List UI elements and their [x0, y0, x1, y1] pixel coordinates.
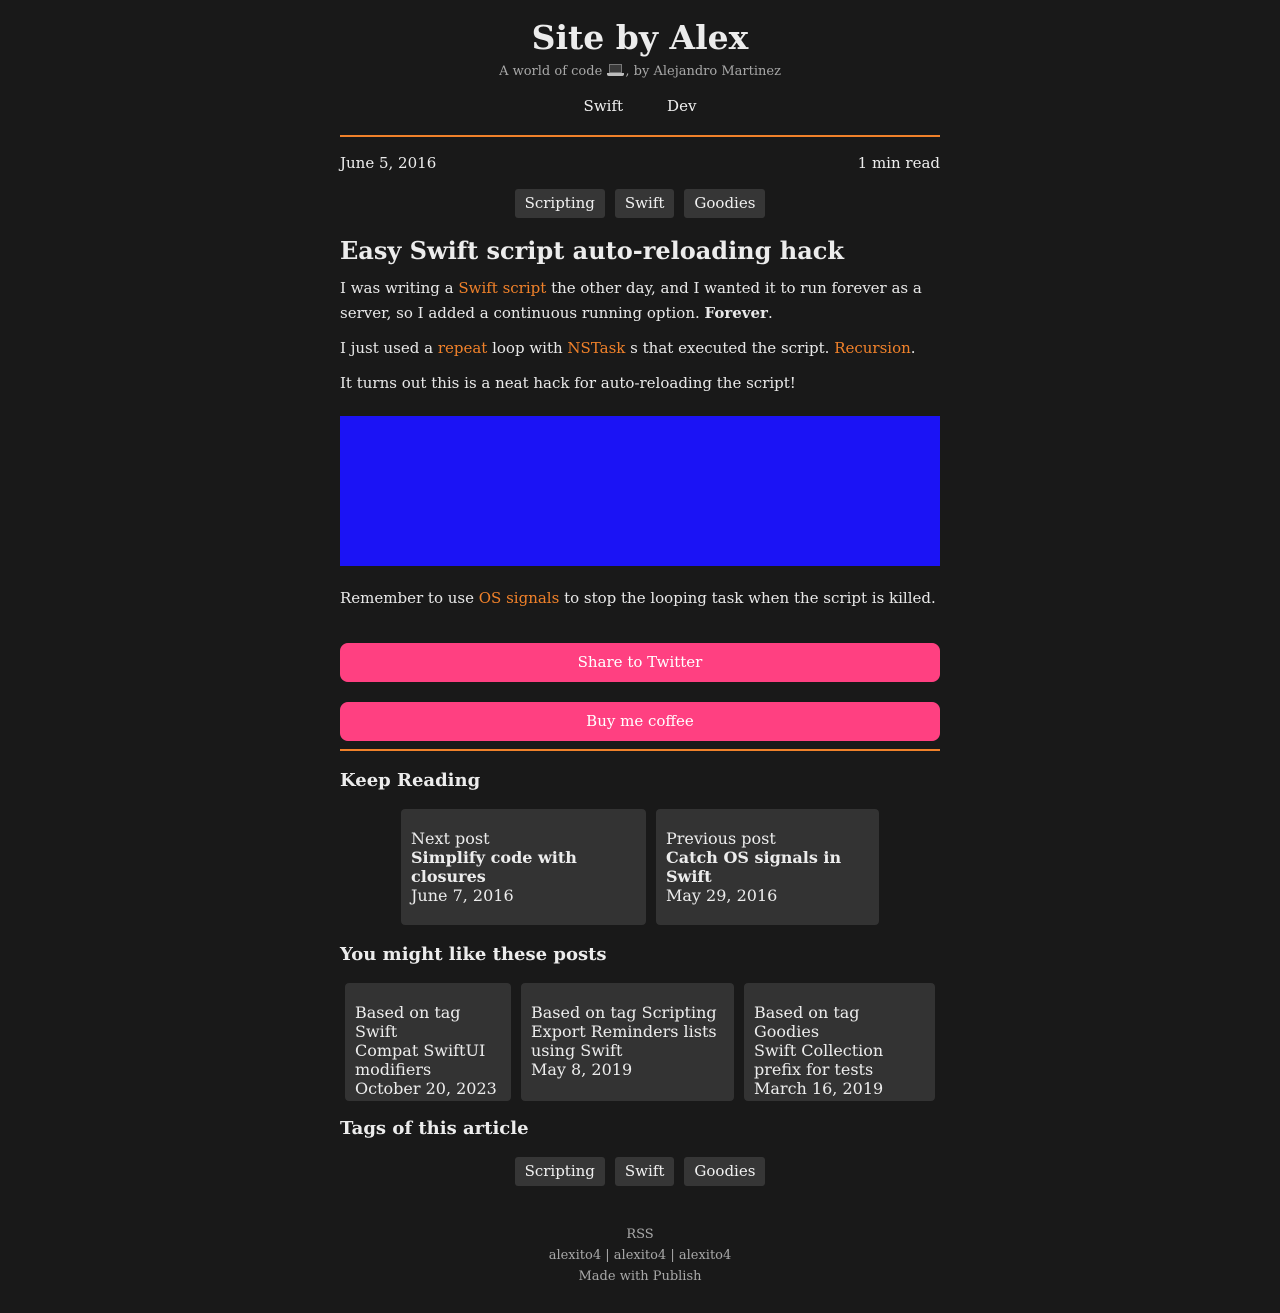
p4-text-a: Remember to use	[340, 589, 479, 607]
next-post-label: Next post	[411, 829, 490, 848]
nav-item-swift[interactable]: Swift	[584, 96, 624, 116]
keep-reading-title: Keep Reading	[340, 770, 481, 791]
p4-text-b: to stop the looping task when the script…	[559, 589, 936, 607]
site-title[interactable]: Site by Alex	[340, 18, 940, 58]
tag-goodies[interactable]: Goodies	[684, 1157, 766, 1186]
social-links: alexito4 | alexito4 | alexito4	[340, 1245, 940, 1266]
next-post-card[interactable]: Next post Simplify code with closures Ju…	[401, 809, 646, 925]
paragraph-3: It turns out this is a neat hack for aut…	[340, 374, 796, 392]
share-twitter-button[interactable]: Share to Twitter	[340, 643, 940, 682]
social-link-1[interactable]: alexito4	[549, 1248, 601, 1263]
social-link-2[interactable]: alexito4	[614, 1248, 666, 1263]
suggested-post-title: Swift Collection prefix for tests	[754, 1041, 884, 1079]
p2-text-d: .	[910, 339, 916, 357]
article-tags-title: Tags of this article	[340, 1118, 529, 1139]
read-time: 1 min read	[857, 154, 940, 172]
tag-swift[interactable]: Swift	[614, 189, 675, 218]
suggested-post-title: Compat SwiftUI modifiers	[355, 1041, 486, 1079]
you-might-like-title: You might like these posts	[340, 944, 607, 965]
tag-goodies[interactable]: Goodies	[684, 189, 766, 218]
subtitle-text: A world of code	[499, 64, 603, 79]
main-nav: Swift Dev	[340, 96, 940, 116]
previous-post-label: Previous post	[666, 829, 776, 848]
buy-coffee-button[interactable]: Buy me coffee	[340, 702, 940, 741]
suggested-post-label: Based on tag Goodies	[754, 1003, 860, 1041]
link-os-signals[interactable]: OS signals	[479, 589, 560, 607]
p1-strong: Forever	[704, 304, 768, 322]
tag-scripting[interactable]: Scripting	[514, 1157, 605, 1186]
suggested-post-date: March 16, 2019	[754, 1079, 884, 1098]
tag-swift[interactable]: Swift	[614, 1157, 675, 1186]
p2-text-c: s that executed the script.	[625, 339, 835, 357]
footer-separator: |	[666, 1248, 679, 1263]
page: Site by Alex A world of code , by Alejan…	[340, 0, 940, 1287]
article-divider	[340, 749, 940, 751]
tag-scripting[interactable]: Scripting	[514, 189, 605, 218]
link-recursion[interactable]: Recursion	[834, 339, 911, 357]
previous-post-date: May 29, 2016	[666, 886, 778, 905]
suggested-post-card[interactable]: Based on tag Swift Compat SwiftUI modifi…	[345, 983, 511, 1101]
header-divider	[340, 135, 940, 137]
site-subtitle: A world of code , by Alejandro Martinez	[340, 64, 940, 80]
paragraph-4: Remember to use OS signals to stop the l…	[340, 586, 940, 611]
paragraph-1: I was writing a Swift script the other d…	[340, 276, 940, 326]
keep-reading-cards: Next post Simplify code with closures Ju…	[340, 809, 940, 925]
p2-text-b: loop with	[487, 339, 568, 357]
p1-text-c: .	[767, 304, 773, 322]
p1-text-a: I was writing a	[340, 279, 459, 297]
nav-item-dev[interactable]: Dev	[667, 96, 696, 116]
site-header: Site by Alex A world of code , by Alejan…	[340, 0, 940, 116]
footer-separator: |	[601, 1248, 614, 1263]
social-link-3[interactable]: alexito4	[679, 1248, 731, 1263]
link-repeat[interactable]: repeat	[438, 339, 488, 357]
previous-post-title: Catch OS signals in Swift	[666, 848, 842, 886]
rss-link[interactable]: RSS	[626, 1227, 653, 1242]
next-post-date: June 7, 2016	[411, 886, 514, 905]
previous-post-card[interactable]: Previous post Catch OS signals in Swift …	[656, 809, 879, 925]
p2-text-a: I just used a	[340, 339, 438, 357]
suggested-post-date: October 20, 2023	[355, 1079, 497, 1098]
paragraph-2: I just used a repeat loop with NSTask s …	[340, 336, 940, 361]
made-with-publish[interactable]: Made with Publish	[578, 1269, 701, 1284]
post-date: June 5, 2016	[340, 154, 437, 172]
laptop-icon	[607, 64, 625, 76]
suggested-post-label: Based on tag Scripting	[531, 1003, 717, 1022]
suggested-post-date: May 8, 2019	[531, 1060, 633, 1079]
next-post-title: Simplify code with closures	[411, 848, 577, 886]
you-might-like-cards: Based on tag Swift Compat SwiftUI modifi…	[340, 983, 940, 1101]
suggested-post-card[interactable]: Based on tag Scripting Export Reminders …	[521, 983, 734, 1101]
suggested-post-card[interactable]: Based on tag Goodies Swift Collection pr…	[744, 983, 935, 1101]
embedded-media	[340, 416, 940, 566]
post-article: Easy Swift script auto-reloading hack I …	[340, 236, 940, 611]
link-swift-script[interactable]: Swift script	[458, 279, 546, 297]
subtitle-author: , by Alejandro Martinez	[625, 64, 781, 79]
suggested-post-title: Export Reminders lists using Swift	[531, 1022, 717, 1060]
post-meta: June 5, 2016 1 min read	[340, 153, 940, 173]
post-tags: Scripting Swift Goodies	[340, 189, 940, 218]
site-footer: RSS alexito4 | alexito4 | alexito4 Made …	[340, 1224, 940, 1287]
suggested-post-label: Based on tag Swift	[355, 1003, 461, 1041]
link-nstask[interactable]: NSTask	[567, 339, 625, 357]
post-title: Easy Swift script auto-reloading hack	[340, 236, 845, 265]
article-tags: Scripting Swift Goodies	[340, 1157, 940, 1186]
